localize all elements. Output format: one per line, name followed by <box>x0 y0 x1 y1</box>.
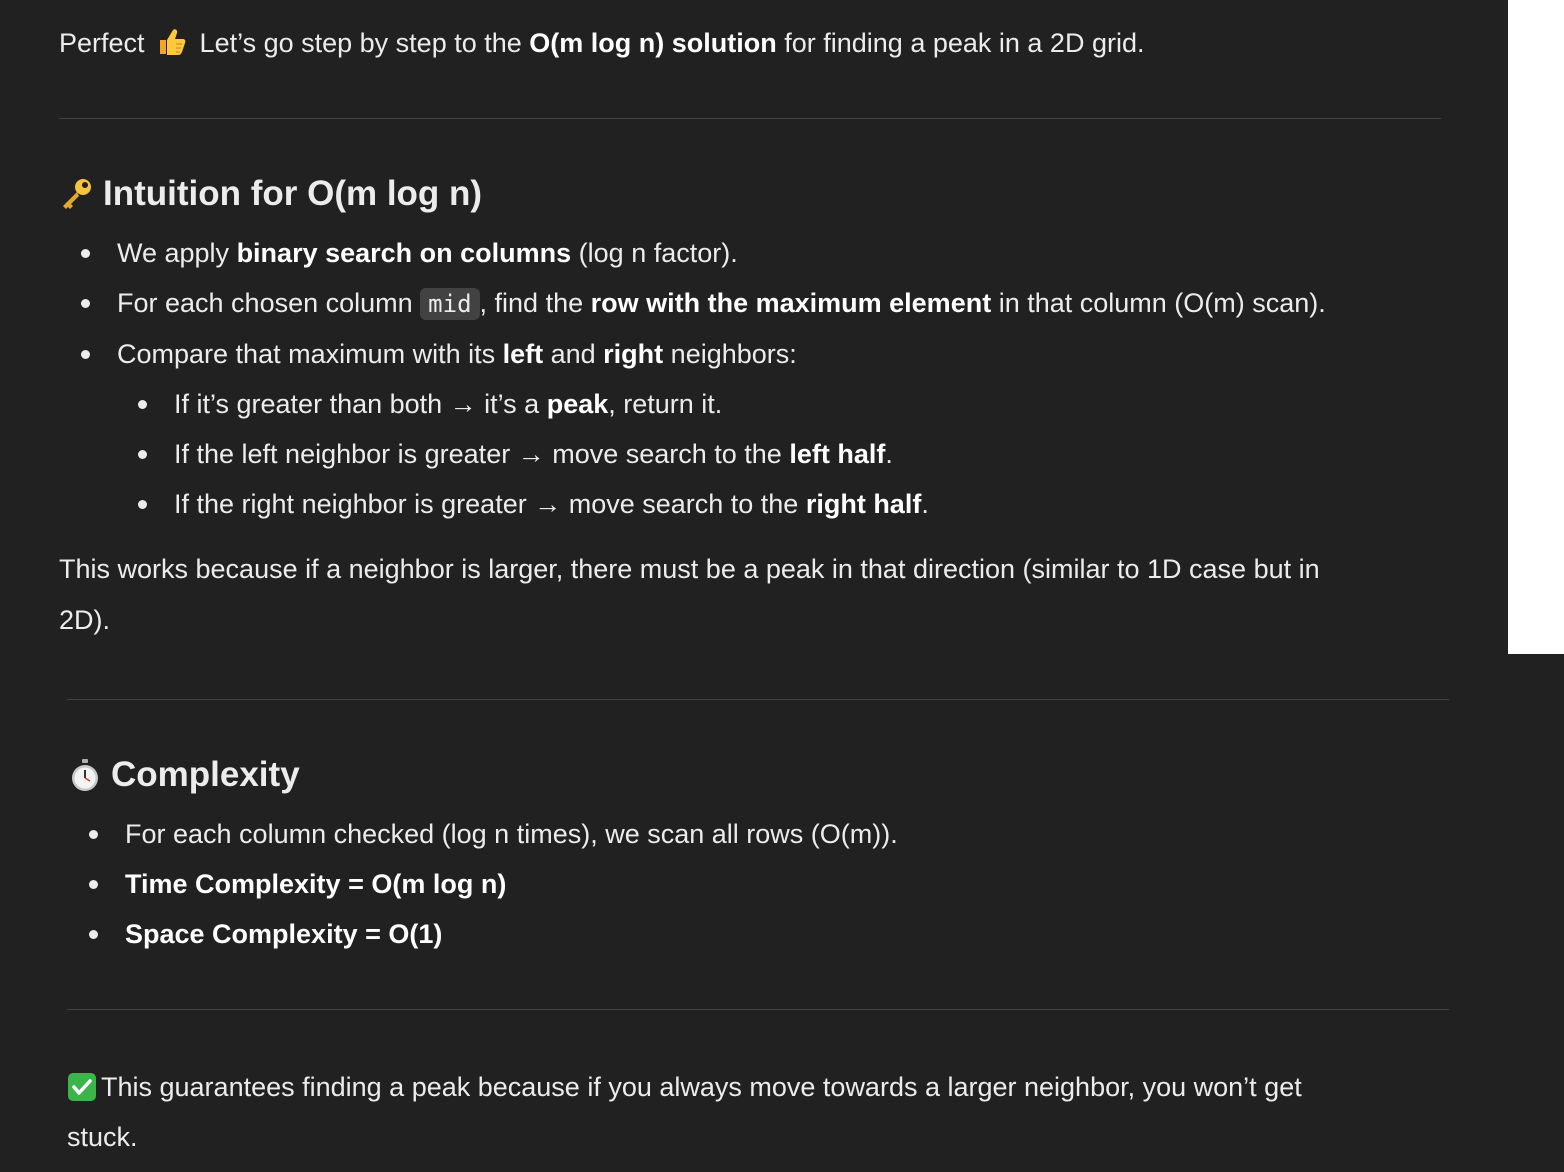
intuition-heading-text: Intuition for O(m log n) <box>103 174 483 213</box>
explanation-line-1: This works because if a neighbor is larg… <box>59 554 1320 584</box>
complexity-heading: Complexity <box>67 753 300 797</box>
thumbs-up-icon <box>160 29 186 55</box>
intro-text-end: for finding a peak in a 2D grid. <box>776 28 1145 58</box>
intro-paragraph: Perfect Let’s go step by step to the O(m… <box>59 18 1144 68</box>
list-item: For each column checked (log n times), w… <box>67 809 898 859</box>
list-item: For each chosen column mid, find the row… <box>59 278 1326 329</box>
check-mark-icon <box>68 1073 96 1101</box>
list-item: Space Complexity = O(1) <box>67 909 898 959</box>
intuition-heading: Intuition for O(m log n) <box>59 172 482 216</box>
intuition-sub-list: If it’s greater than both → it’s a peak,… <box>116 379 929 529</box>
list-item: We apply binary search on columns (log n… <box>59 228 1326 278</box>
assistant-message: Perfect Let’s go step by step to the O(m… <box>0 0 1564 1172</box>
conclusion-text: This guarantees finding a peak because i… <box>101 1072 1302 1102</box>
intro-bold: O(m log n) solution <box>529 28 777 58</box>
divider <box>59 118 1441 119</box>
list-item: If the right neighbor is greater → move … <box>116 479 929 529</box>
intuition-list: We apply binary search on columns (log n… <box>59 228 1326 379</box>
list-item: Compare that maximum with its left and r… <box>59 329 1326 379</box>
key-icon <box>63 179 91 209</box>
divider <box>67 1009 1449 1010</box>
conclusion-line-2: stuck. <box>67 1122 138 1152</box>
explanation-line-2: 2D). <box>59 605 111 635</box>
intro-text-mid: Let’s go step by step to the <box>192 28 530 58</box>
intro-text-start: Perfect <box>59 28 153 58</box>
complexity-list: For each column checked (log n times), w… <box>67 809 898 959</box>
complexity-heading-text: Complexity <box>111 755 300 794</box>
divider <box>67 699 1449 700</box>
list-item: If the left neighbor is greater → move s… <box>116 429 929 479</box>
list-item: Time Complexity = O(m log n) <box>67 859 898 909</box>
code-mid: mid <box>420 288 480 320</box>
list-item: If it’s greater than both → it’s a peak,… <box>116 379 929 429</box>
conclusion-line-1: This guarantees finding a peak because i… <box>67 1062 1302 1112</box>
stopwatch-icon <box>72 759 98 791</box>
